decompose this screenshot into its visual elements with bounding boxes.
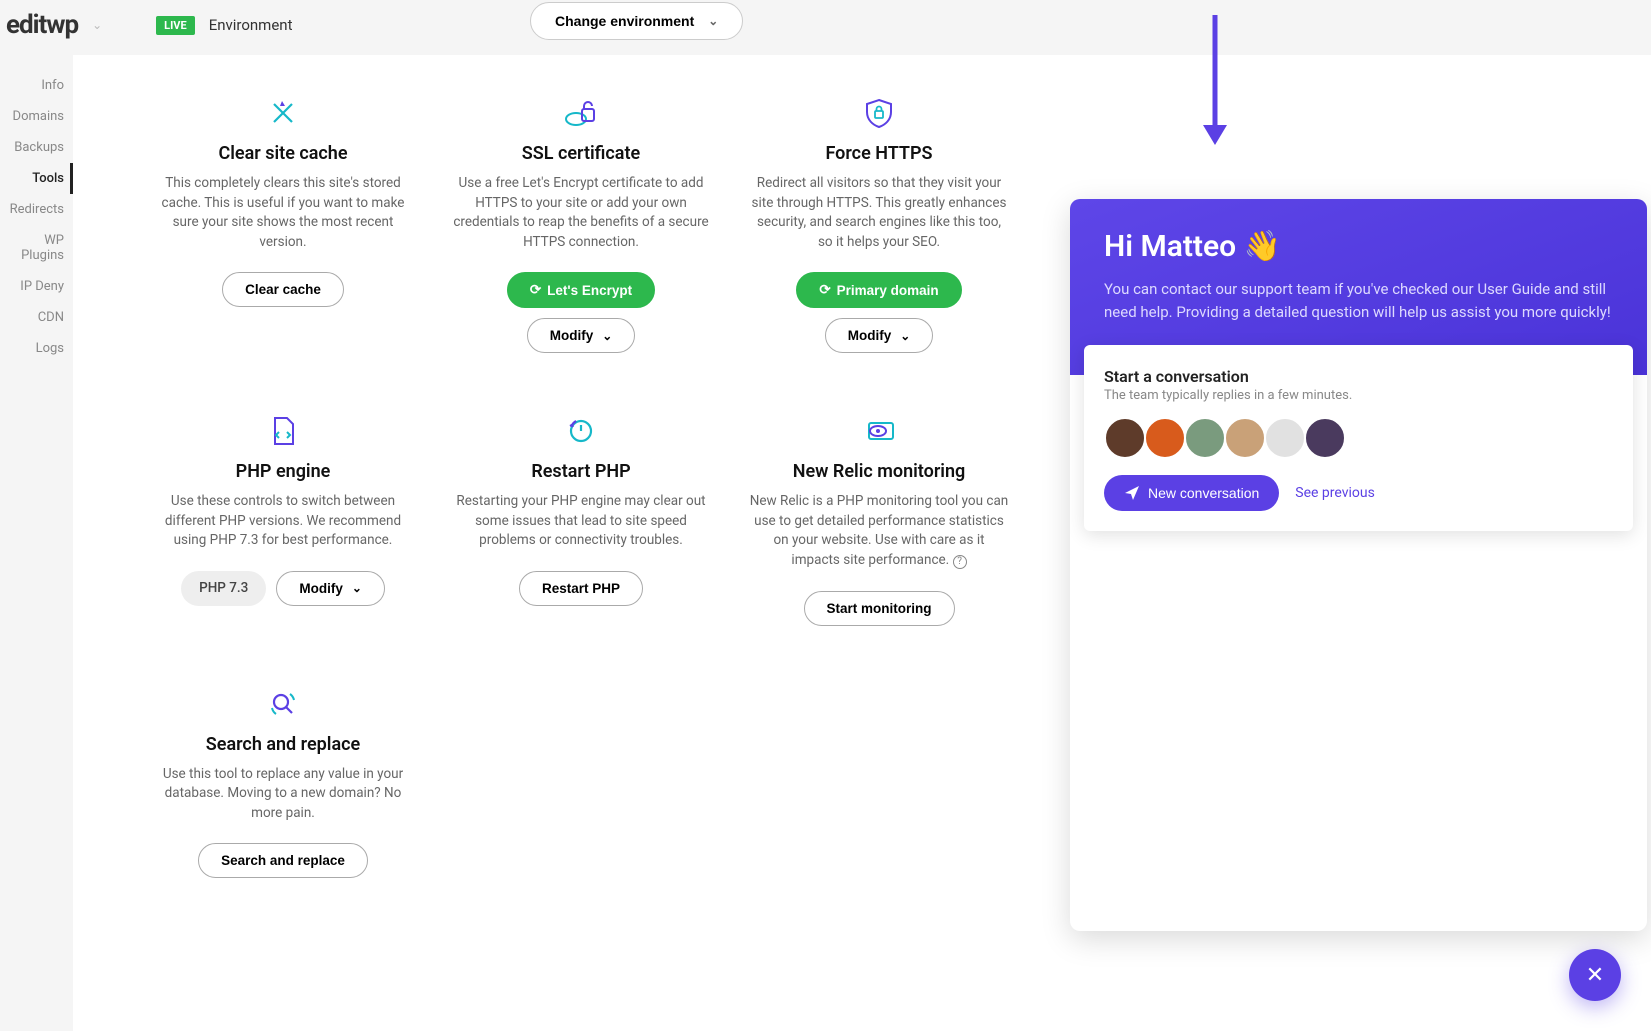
chat-close-button[interactable]: ✕ (1569, 949, 1621, 1001)
button-label: Let's Encrypt (547, 283, 632, 298)
tool-title: Search and replace (153, 734, 413, 755)
tool-title: Clear site cache (153, 143, 413, 164)
change-environment-button[interactable]: Change environment ⌄ (530, 2, 743, 40)
search-replace-button[interactable]: Search and replace (198, 843, 368, 878)
restart-php-button[interactable]: Restart PHP (519, 571, 643, 606)
php-version-badge: PHP 7.3 (181, 571, 266, 606)
sidebar-item-ip-deny[interactable]: IP Deny (0, 271, 73, 302)
tool-force-https: Force HTTPS Redirect all visitors so tha… (749, 95, 1009, 353)
tool-desc: This completely clears this site's store… (153, 174, 413, 252)
tool-ssl: SSL certificate Use a free Let's Encrypt… (451, 95, 711, 353)
new-conversation-button[interactable]: New conversation (1104, 475, 1279, 511)
change-environment-label: Change environment (555, 13, 694, 29)
lock-icon (451, 95, 711, 131)
help-icon[interactable]: ? (953, 555, 967, 569)
tool-desc: Use these controls to switch between dif… (153, 492, 413, 551)
tool-title: Restart PHP (451, 461, 711, 482)
chevron-down-icon[interactable]: ⌄ (92, 18, 102, 32)
tool-clear-cache: Clear site cache This completely clears … (153, 95, 413, 353)
ssl-modify-button[interactable]: Modify (527, 318, 636, 353)
avatar (1304, 417, 1346, 459)
https-modify-button[interactable]: Modify (825, 318, 934, 353)
tool-title: Force HTTPS (749, 143, 1009, 164)
sidebar-item-cdn[interactable]: CDN (0, 302, 73, 333)
tool-php-engine: PHP engine Use these controls to switch … (153, 413, 413, 625)
chat-intro: You can contact our support team if you'… (1104, 278, 1613, 325)
refresh-icon: ⟳ (819, 282, 830, 298)
tool-restart-php: Restart PHP Restarting your PHP engine m… (451, 413, 711, 625)
tool-title: PHP engine (153, 461, 413, 482)
see-previous-link[interactable]: See previous (1295, 485, 1375, 501)
chat-card-sub: The team typically replies in a few minu… (1104, 388, 1613, 403)
support-avatars (1104, 417, 1613, 459)
button-label: Primary domain (837, 283, 939, 298)
tool-desc: Restarting your PHP engine may clear out… (451, 492, 711, 551)
restart-icon (451, 413, 711, 449)
tool-desc: Redirect all visitors so that they visit… (749, 174, 1009, 252)
button-label: New conversation (1148, 485, 1259, 501)
avatar (1104, 417, 1146, 459)
clear-cache-icon (153, 95, 413, 131)
sidebar-item-tools[interactable]: Tools (0, 163, 73, 194)
avatar (1224, 417, 1266, 459)
sidebar-item-logs[interactable]: Logs (0, 333, 73, 364)
brand: editwp (6, 10, 78, 40)
send-icon (1124, 485, 1140, 501)
php-modify-button[interactable]: Modify (276, 571, 385, 606)
avatar (1144, 417, 1186, 459)
sidebar-item-info[interactable]: Info (0, 70, 73, 101)
tool-new-relic: New Relic monitoring New Relic is a PHP … (749, 413, 1009, 625)
sidebar: Info Domains Backups Tools Redirects WP … (0, 0, 73, 1031)
tool-title: New Relic monitoring (749, 461, 1009, 482)
annotation-arrow-icon (1195, 10, 1235, 150)
tool-title: SSL certificate (451, 143, 711, 164)
primary-domain-button[interactable]: ⟳ Primary domain (796, 272, 961, 308)
tool-desc: Use a free Let's Encrypt certificate to … (451, 174, 711, 252)
sidebar-item-backups[interactable]: Backups (0, 132, 73, 163)
chat-card-title: Start a conversation (1104, 367, 1613, 386)
environment-label: Environment (209, 16, 293, 34)
sidebar-item-wp-plugins[interactable]: WP Plugins (0, 225, 73, 271)
shield-lock-icon (749, 95, 1009, 131)
search-replace-icon (153, 686, 413, 722)
avatar (1264, 417, 1306, 459)
tool-desc: New Relic is a PHP monitoring tool you c… (749, 492, 1009, 570)
eye-monitor-icon (749, 413, 1009, 449)
tool-desc: Use this tool to replace any value in yo… (153, 765, 413, 824)
sidebar-item-domains[interactable]: Domains (0, 101, 73, 132)
chat-greeting: Hi Matteo 👋 (1104, 229, 1613, 264)
code-file-icon (153, 413, 413, 449)
sidebar-item-redirects[interactable]: Redirects (0, 194, 73, 225)
lets-encrypt-button[interactable]: ⟳ Let's Encrypt (507, 272, 655, 308)
chat-panel: Hi Matteo 👋 You can contact our support … (1070, 199, 1647, 931)
start-monitoring-button[interactable]: Start monitoring (804, 591, 955, 626)
close-icon: ✕ (1586, 963, 1604, 988)
avatar (1184, 417, 1226, 459)
refresh-icon: ⟳ (530, 282, 541, 298)
live-badge: LIVE (156, 16, 195, 35)
chevron-down-icon: ⌄ (708, 14, 718, 28)
clear-cache-button[interactable]: Clear cache (222, 272, 344, 307)
chat-start-card: Start a conversation The team typically … (1084, 345, 1633, 531)
tool-search-replace: Search and replace Use this tool to repl… (153, 686, 413, 879)
